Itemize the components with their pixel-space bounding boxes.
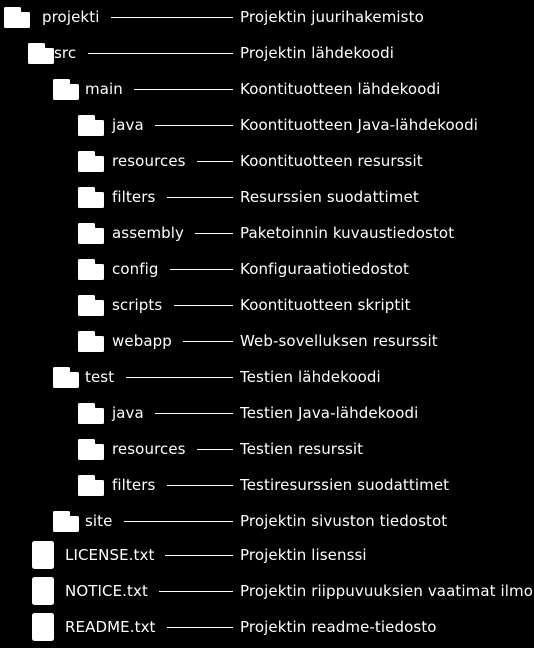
row-description: Projektin riippuvuuksien vaatimat ilmoit… xyxy=(240,582,534,600)
folder-icon xyxy=(78,223,104,244)
row-description: Testien lähdekoodi xyxy=(240,368,381,386)
row-description: Koontituotteen lähdekoodi xyxy=(240,80,441,98)
connector-line xyxy=(159,591,233,592)
connector-line xyxy=(88,53,233,54)
tree-row: filters Resurssien suodattimet xyxy=(0,182,534,212)
connector-line xyxy=(195,233,233,234)
folder-icon xyxy=(4,7,30,28)
file-icon xyxy=(32,577,54,605)
folder-icon xyxy=(78,403,104,424)
connector-line xyxy=(126,377,233,378)
folder-name: filters xyxy=(112,476,156,494)
folder-name: test xyxy=(85,368,115,386)
file-name: NOTICE.txt xyxy=(65,582,148,600)
row-description: Koontituotteen resurssit xyxy=(240,152,423,170)
tree-row: test Testien lähdekoodi xyxy=(0,362,534,392)
connector-line xyxy=(155,413,233,414)
row-description: Testiresurssien suodattimet xyxy=(240,476,450,494)
connector-line xyxy=(111,17,233,18)
folder-icon xyxy=(53,511,79,532)
folder-name: site xyxy=(85,512,113,530)
tree-row: README.txt Projektin readme-tiedosto xyxy=(0,612,534,642)
tree-row: resources Testien resurssit xyxy=(0,434,534,464)
file-icon xyxy=(32,613,54,641)
folder-icon xyxy=(28,43,54,64)
row-description: Koontituotteen Java-lähdekoodi xyxy=(240,116,478,134)
row-description: Projektin juurihakemisto xyxy=(240,8,424,26)
tree-row: projekti Projektin juurihakemisto xyxy=(0,2,534,32)
tree-row: config Konfiguraatiotiedostot xyxy=(0,254,534,284)
tree-row: java Testien Java-lähdekoodi xyxy=(0,398,534,428)
row-description: Projektin sivuston tiedostot xyxy=(240,512,448,530)
tree-row: LICENSE.txt Projektin lisenssi xyxy=(0,540,534,570)
folder-icon xyxy=(78,115,104,136)
folder-icon xyxy=(78,475,104,496)
folder-name: resources xyxy=(112,152,186,170)
tree-row: NOTICE.txt Projektin riippuvuuksien vaati… xyxy=(0,576,534,606)
row-description: Projektin lähdekoodi xyxy=(240,44,395,62)
folder-name: config xyxy=(112,260,159,278)
connector-line xyxy=(167,627,233,628)
tree-row: resources Koontituotteen resurssit xyxy=(0,146,534,176)
connector-line xyxy=(124,521,233,522)
row-description: Konfiguraatiotiedostot xyxy=(240,260,409,278)
row-description: Projektin readme-tiedosto xyxy=(240,618,437,636)
connector-line xyxy=(167,197,233,198)
directory-tree: projekti Projektin juurihakemisto src Proje… xyxy=(0,0,534,648)
folder-icon xyxy=(78,259,104,280)
folder-icon xyxy=(78,331,104,352)
connector-line xyxy=(174,305,233,306)
row-description: Projektin lisenssi xyxy=(240,546,367,564)
file-name: README.txt xyxy=(65,618,156,636)
connector-line xyxy=(165,555,233,556)
tree-row: main Koontituotteen lähdekoodi xyxy=(0,74,534,104)
folder-name: assembly xyxy=(112,224,185,242)
tree-row: src Projektin lähdekoodi xyxy=(0,38,534,68)
tree-row: site Projektin sivuston tiedostot xyxy=(0,506,534,536)
file-icon xyxy=(32,541,54,569)
connector-line xyxy=(167,485,233,486)
connector-line xyxy=(197,449,233,450)
tree-row: java Koontituotteen Java-lähdekoodi xyxy=(0,110,534,140)
row-description: Web-sovelluksen resurssit xyxy=(240,332,438,350)
folder-icon xyxy=(78,151,104,172)
folder-icon xyxy=(53,79,79,100)
file-name: LICENSE.txt xyxy=(65,546,155,564)
folder-icon xyxy=(78,295,104,316)
folder-name: projekti xyxy=(42,8,100,26)
folder-name: resources xyxy=(112,440,186,458)
folder-name: java xyxy=(112,116,144,134)
tree-row: filters Testiresurssien suodattimet xyxy=(0,470,534,500)
tree-row: webapp Web-sovelluksen resurssit xyxy=(0,326,534,356)
connector-line xyxy=(183,341,233,342)
connector-line xyxy=(197,161,233,162)
connector-line xyxy=(134,89,233,90)
folder-name: webapp xyxy=(112,332,172,350)
folder-name: scripts xyxy=(112,296,163,314)
row-description: Koontituotteen skriptit xyxy=(240,296,411,314)
folder-name: main xyxy=(85,80,123,98)
row-description: Resurssien suodattimet xyxy=(240,188,419,206)
connector-line xyxy=(170,269,233,270)
folder-name: java xyxy=(112,404,144,422)
tree-row: scripts Koontituotteen skriptit xyxy=(0,290,534,320)
connector-line xyxy=(155,125,233,126)
folder-name: src xyxy=(54,44,77,62)
row-description: Paketoinnin kuvaustiedostot xyxy=(240,224,455,242)
folder-icon xyxy=(78,439,104,460)
tree-row: assembly Paketoinnin kuvaustiedostot xyxy=(0,218,534,248)
row-description: Testien Java-lähdekoodi xyxy=(240,404,419,422)
folder-icon xyxy=(78,187,104,208)
row-description: Testien resurssit xyxy=(240,440,364,458)
folder-name: filters xyxy=(112,188,156,206)
folder-icon xyxy=(53,367,79,388)
